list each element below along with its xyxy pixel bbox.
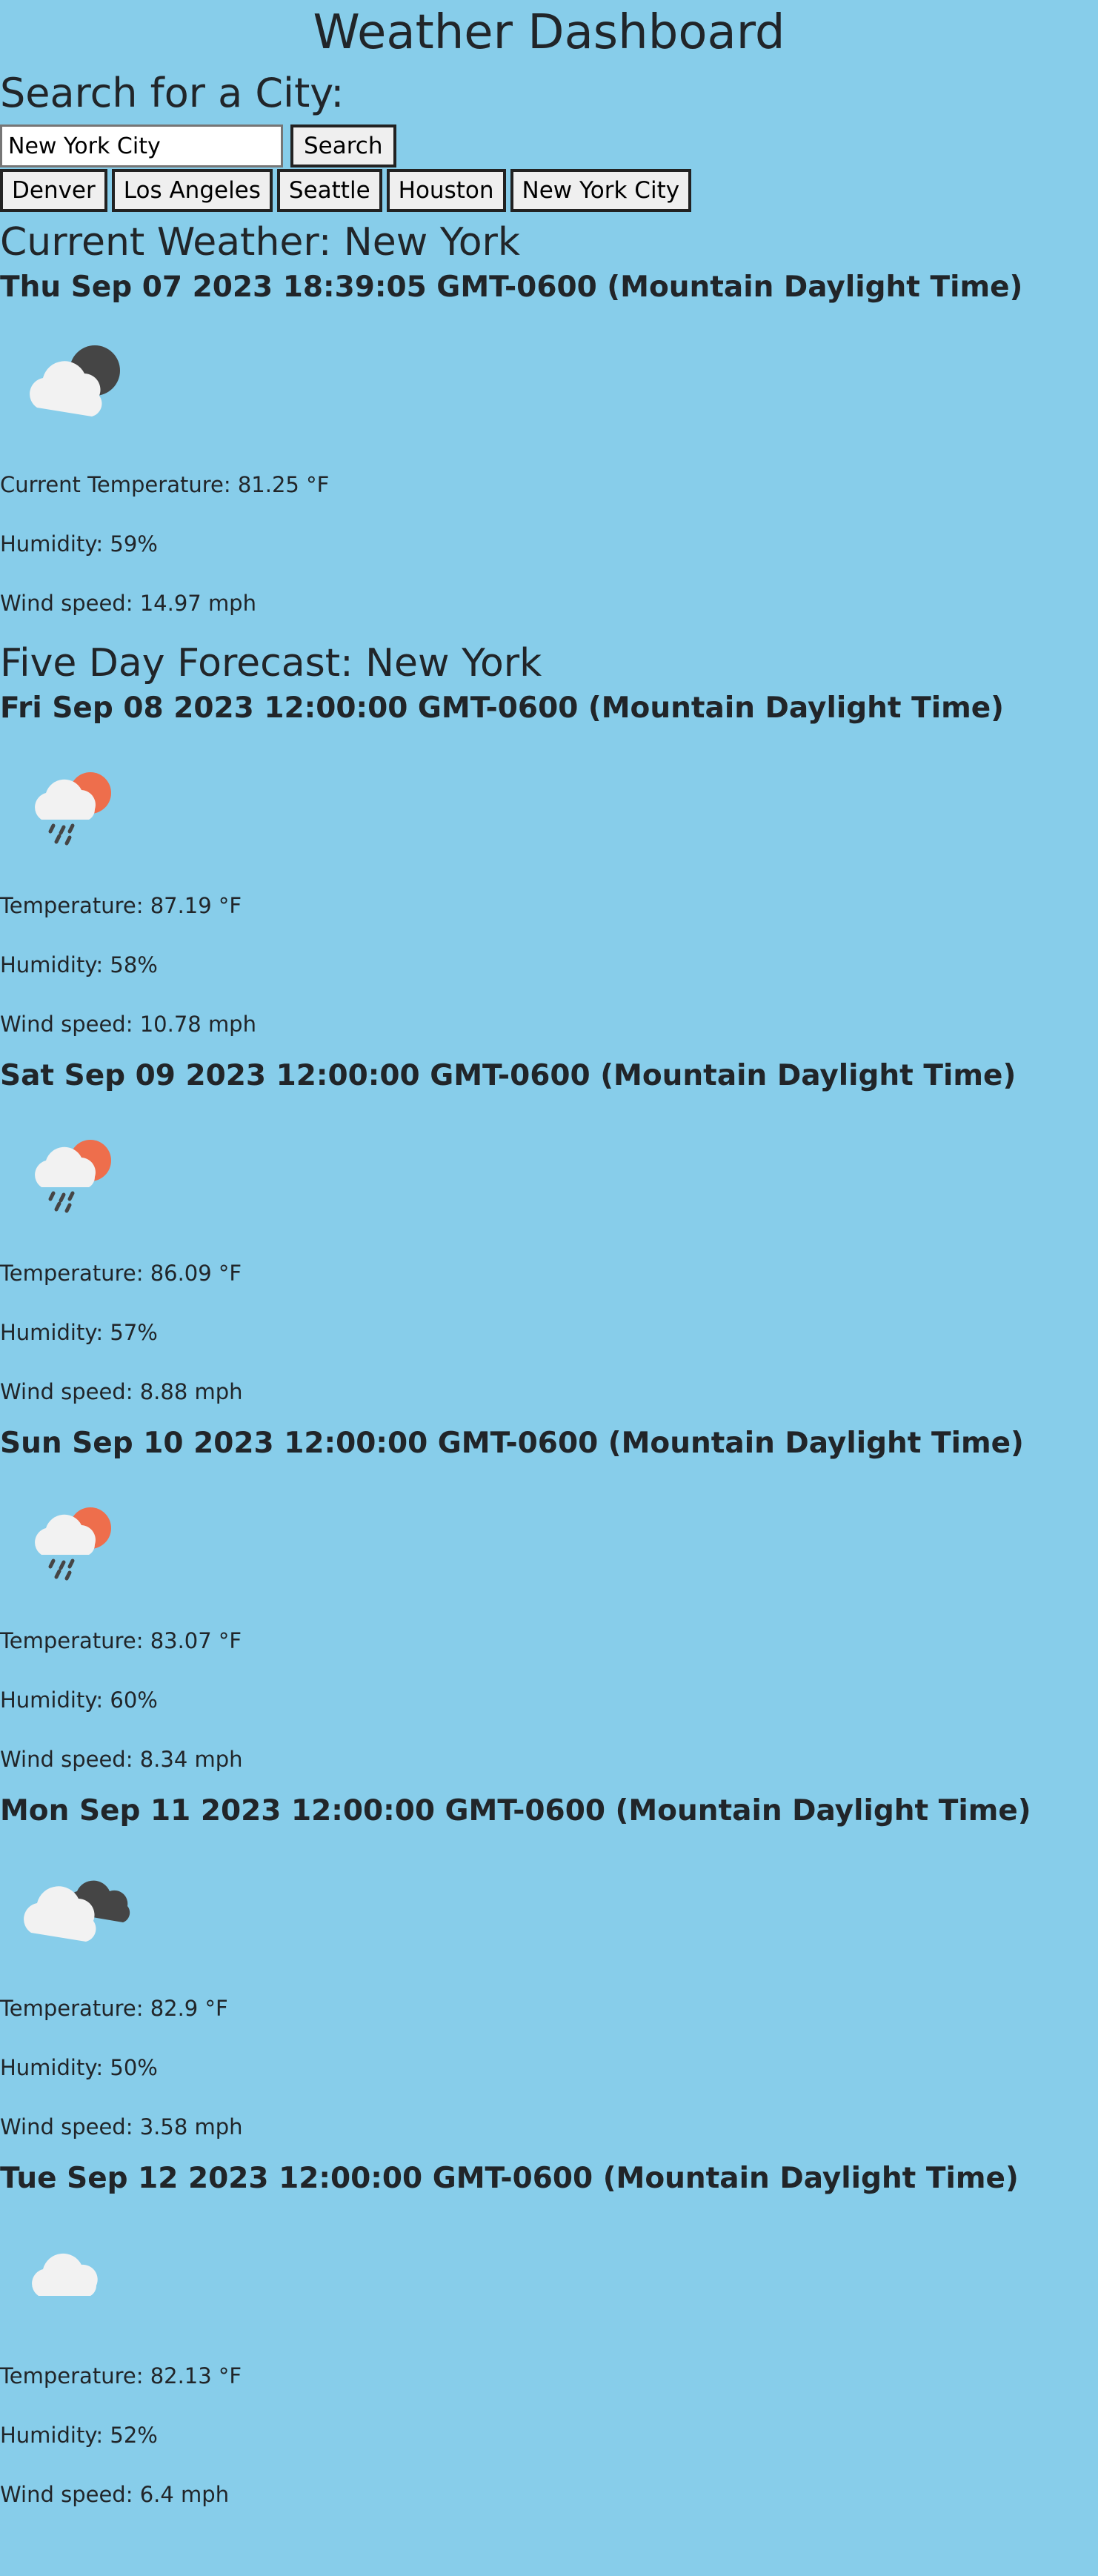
- forecast-humidity: Humidity: 50%: [0, 2055, 158, 2080]
- forecast-wind-speed: Wind speed: 6.4 mph: [0, 2482, 230, 2507]
- forecast-day: Tue Sep 12 2023 12:00:00 GMT-0600 (Mount…: [0, 2160, 1098, 2524]
- current-wind-speed: Wind speed: 14.97 mph: [0, 591, 256, 616]
- current-temperature: Current Temperature: 81.25 °F: [0, 472, 330, 497]
- forecast-humidity: Humidity: 52%: [0, 2423, 158, 2448]
- forecast-date: Tue Sep 12 2023 12:00:00 GMT-0600 (Mount…: [0, 2162, 1019, 2195]
- search-heading: Search for a City:: [0, 70, 345, 116]
- current-weather: Current Weather: New York Thu Sep 07 202…: [0, 219, 1098, 633]
- forecast-date: Mon Sep 11 2023 12:00:00 GMT-0600 (Mount…: [0, 1794, 1031, 1828]
- history-button-denver[interactable]: Denver: [0, 169, 107, 212]
- current-humidity: Humidity: 59%: [0, 531, 158, 557]
- city-search-input[interactable]: [0, 125, 283, 167]
- forecast-day: Fri Sep 08 2023 12:00:00 GMT-0600 (Mount…: [0, 689, 1098, 1054]
- search-history: Denver Los Angeles Seattle Houston New Y…: [0, 169, 1098, 212]
- cloud-moon-icon: [0, 307, 148, 455]
- cloud-icon: [0, 2198, 148, 2346]
- forecast-temperature: Temperature: 87.19 °F: [0, 893, 242, 918]
- broken-clouds-icon: [0, 1830, 148, 1979]
- five-day-forecast: Five Day Forecast: New York Fri Sep 08 2…: [0, 640, 1098, 2524]
- current-weather-date: Thu Sep 07 2023 18:39:05 GMT-0600 (Mount…: [0, 270, 1023, 304]
- forecast-humidity: Humidity: 58%: [0, 952, 158, 977]
- forecast-wind-speed: Wind speed: 10.78 mph: [0, 1012, 256, 1037]
- forecast-humidity: Humidity: 60%: [0, 1687, 158, 1713]
- forecast-day: Mon Sep 11 2023 12:00:00 GMT-0600 (Mount…: [0, 1792, 1098, 2157]
- forecast-humidity: Humidity: 57%: [0, 1320, 158, 1345]
- forecast-temperature: Temperature: 82.9 °F: [0, 1996, 228, 2021]
- forecast-date: Fri Sep 08 2023 12:00:00 GMT-0600 (Mount…: [0, 691, 1004, 725]
- forecast-wind-speed: Wind speed: 3.58 mph: [0, 2114, 243, 2140]
- page-title: Weather Dashboard: [313, 5, 785, 60]
- history-button-los-angeles[interactable]: Los Angeles: [111, 169, 273, 212]
- history-button-new-york-city[interactable]: New York City: [510, 169, 692, 212]
- search-bar: Search: [0, 125, 1098, 167]
- search-button[interactable]: Search: [290, 125, 396, 167]
- forecast-temperature: Temperature: 83.07 °F: [0, 1628, 242, 1653]
- forecast-day: Sat Sep 09 2023 12:00:00 GMT-0600 (Mount…: [0, 1057, 1098, 1421]
- forecast-date: Sat Sep 09 2023 12:00:00 GMT-0600 (Mount…: [0, 1059, 1017, 1092]
- forecast-day: Sun Sep 10 2023 12:00:00 GMT-0600 (Mount…: [0, 1424, 1098, 1789]
- rain-sun-icon: [0, 1095, 148, 1244]
- forecast-date: Sun Sep 10 2023 12:00:00 GMT-0600 (Mount…: [0, 1427, 1024, 1460]
- forecast-temperature: Temperature: 86.09 °F: [0, 1261, 242, 1286]
- forecast-title: Five Day Forecast: New York: [0, 641, 542, 686]
- history-button-seattle[interactable]: Seattle: [276, 169, 382, 212]
- forecast-temperature: Temperature: 82.13 °F: [0, 2363, 242, 2389]
- forecast-wind-speed: Wind speed: 8.34 mph: [0, 1747, 243, 1772]
- rain-sun-icon: [0, 1463, 148, 1611]
- current-weather-title: Current Weather: New York: [0, 220, 521, 265]
- forecast-wind-speed: Wind speed: 8.88 mph: [0, 1379, 243, 1404]
- rain-sun-icon: [0, 728, 148, 876]
- history-button-houston[interactable]: Houston: [386, 169, 506, 212]
